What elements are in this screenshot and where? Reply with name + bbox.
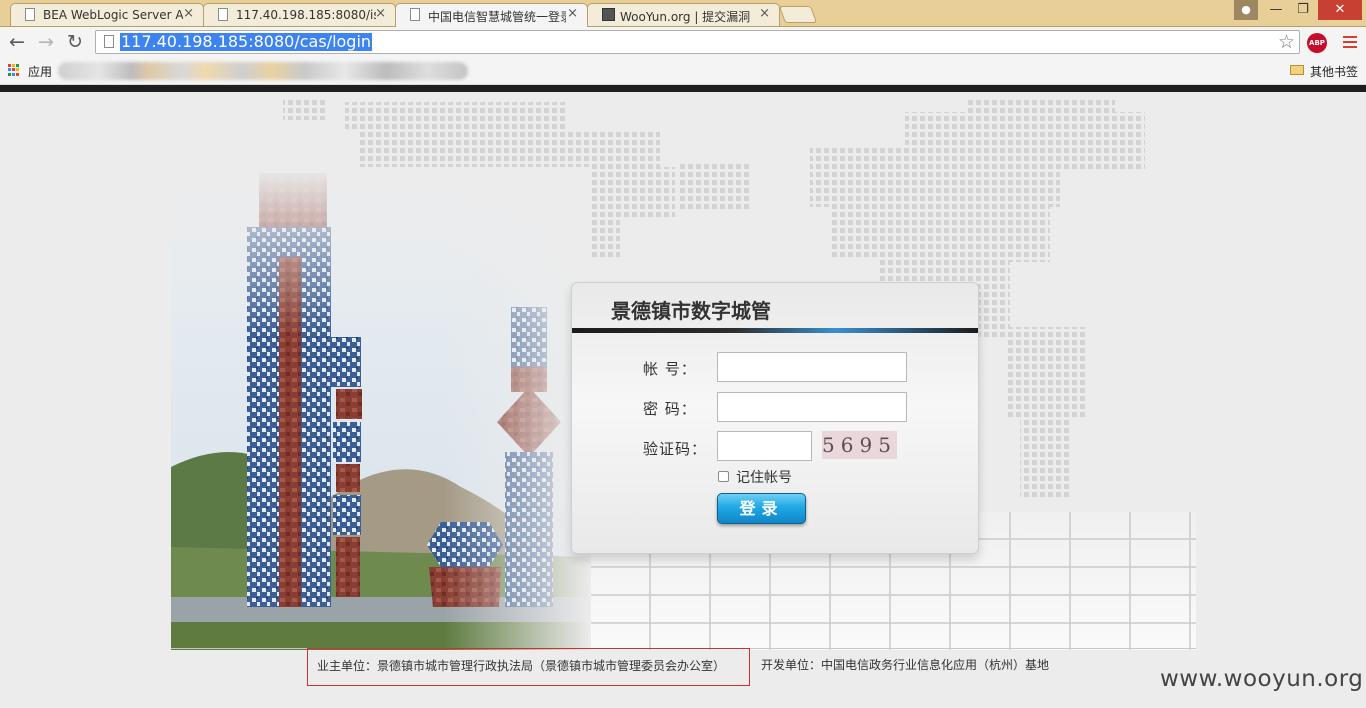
hamburger-menu-icon[interactable] <box>1343 36 1357 51</box>
login-button[interactable]: 登录 <box>717 493 806 524</box>
tab-cas-login[interactable]: 中国电信智慧城管统一登录 × <box>395 3 588 27</box>
page-icon <box>104 35 114 48</box>
user-profile-icon[interactable]: ● <box>1234 0 1258 20</box>
other-bookmarks[interactable]: 其他书签 <box>1310 63 1358 80</box>
tab-title: WooYun.org | 提交漏洞 <box>620 10 751 24</box>
tab-title: BEA WebLogic Server A <box>43 8 183 22</box>
tab-close-icon[interactable]: × <box>375 6 386 21</box>
minimize-button[interactable]: — <box>1263 0 1289 20</box>
address-bar[interactable]: 117.40.198.185:8080/cas/login ☆ <box>95 30 1300 54</box>
tab-wooyun[interactable]: WooYun.org | 提交漏洞 × <box>587 3 780 26</box>
bookmark-star-icon[interactable]: ☆ <box>1278 31 1295 53</box>
apps-label[interactable]: 应用 <box>28 63 52 80</box>
apps-grid-icon[interactable] <box>8 64 20 76</box>
tab-close-icon[interactable]: × <box>567 6 578 21</box>
page-icon <box>25 8 35 21</box>
forward-arrow-icon[interactable]: → <box>35 31 57 53</box>
captcha-label: 验证码： <box>643 440 708 458</box>
page-icon <box>218 8 228 21</box>
new-tab-button[interactable] <box>778 6 818 23</box>
login-panel: 景德镇市数字城管 帐 号： 密 码： 验证码： 5695 记住帐号 登录 <box>571 282 979 554</box>
tab-ip-is[interactable]: 117.40.198.185:8080/is/ × <box>203 3 396 26</box>
captcha-input[interactable] <box>717 431 812 461</box>
captcha-image[interactable]: 5695 <box>822 431 897 459</box>
wooyun-icon <box>602 8 615 21</box>
remember-label[interactable]: 记住帐号 <box>736 467 792 487</box>
password-label: 密 码： <box>643 400 697 418</box>
owner-info-box: 业主单位：景德镇市城市管理行政执法局（景德镇市城市管理委员会办公室） <box>307 648 750 686</box>
back-arrow-icon[interactable]: ← <box>6 31 28 53</box>
page-top-divider <box>0 85 1366 92</box>
page-icon <box>410 8 420 21</box>
tab-title: 117.40.198.185:8080/is/ <box>236 8 376 22</box>
login-page: 景德镇市数字城管 帐 号： 密 码： 验证码： 5695 记住帐号 登录 业主单… <box>0 92 1366 708</box>
tab-title: 中国电信智慧城管统一登录 <box>428 10 566 24</box>
tab-close-icon[interactable]: × <box>183 6 194 21</box>
tab-weblogic[interactable]: BEA WebLogic Server A × <box>10 3 204 26</box>
account-input[interactable] <box>717 352 907 382</box>
close-window-button[interactable]: ✕ <box>1318 0 1362 20</box>
title-underline <box>572 328 978 333</box>
restore-button[interactable]: ❐ <box>1290 0 1316 20</box>
browser-toolbar: ← → ↻ 117.40.198.185:8080/cas/login ☆ AB… <box>0 27 1366 58</box>
folder-icon <box>1290 65 1304 75</box>
blurred-bookmarks <box>58 62 468 80</box>
login-title: 景德镇市数字城管 <box>611 299 771 323</box>
reload-icon[interactable]: ↻ <box>64 31 86 53</box>
developer-info: 开发单位：中国电信政务行业信息化应用（杭州）基地 <box>761 658 1050 672</box>
password-input[interactable] <box>717 392 907 422</box>
url-text[interactable]: 117.40.198.185:8080/cas/login <box>120 33 373 51</box>
sculpture-photo <box>171 167 591 650</box>
tab-close-icon[interactable]: × <box>759 6 770 21</box>
tab-strip: BEA WebLogic Server A × 117.40.198.185:8… <box>0 0 1366 27</box>
adblock-icon[interactable]: ABP <box>1307 33 1327 53</box>
watermark: www.wooyun.org <box>1160 666 1364 692</box>
owner-info: 业主单位：景德镇市城市管理行政执法局（景德镇市城市管理委员会办公室） <box>317 659 726 673</box>
remember-checkbox[interactable] <box>718 471 729 482</box>
bookmarks-bar: 应用 其他书签 <box>0 58 1366 85</box>
account-label: 帐 号： <box>643 360 697 378</box>
